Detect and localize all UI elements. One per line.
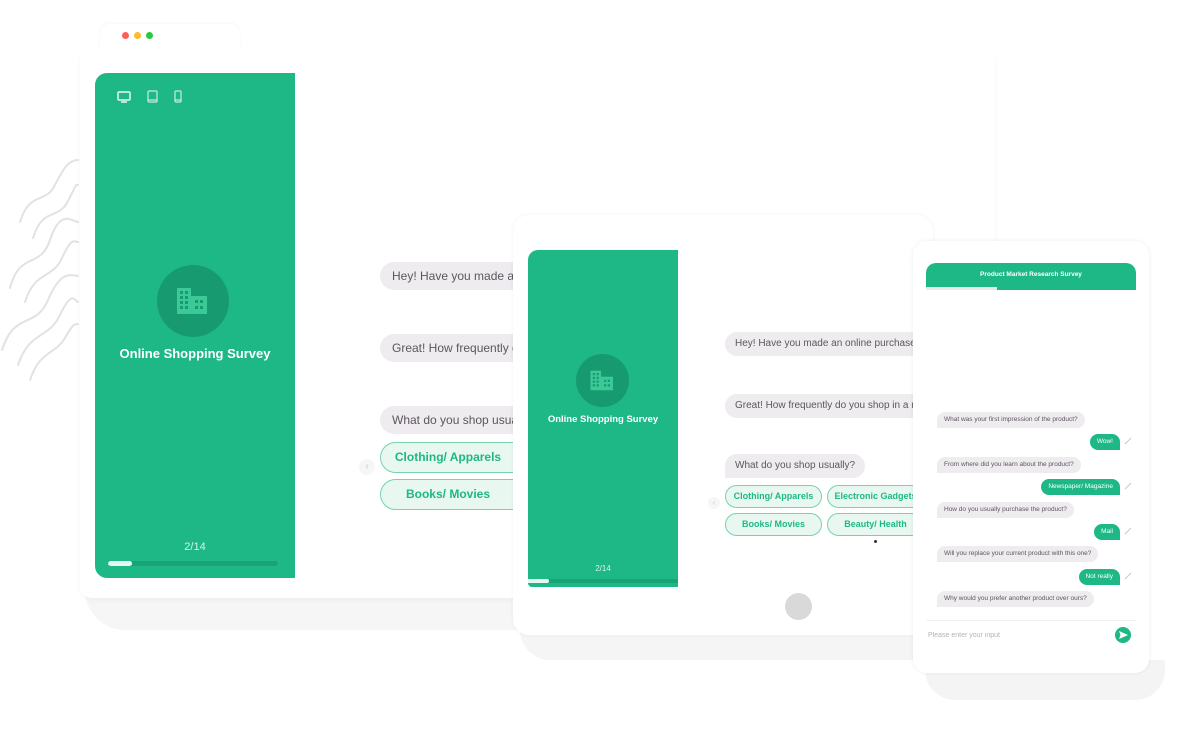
question-bubble: What was your first impression of the pr… (937, 412, 1085, 428)
device-switcher (117, 90, 182, 103)
send-icon (1118, 631, 1128, 639)
survey-header: Product Market Research Survey (926, 263, 1136, 289)
maximize-dot[interactable] (146, 32, 153, 39)
chat-message: Great! How frequently do you shop in a m… (725, 394, 915, 418)
tablet-icon[interactable] (147, 90, 158, 103)
wave-decoration (1, 159, 79, 381)
answer-bubble: Mail (1094, 524, 1120, 540)
window-controls (122, 32, 153, 39)
mobile-icon[interactable] (174, 90, 182, 103)
page-counter: 2/14 (184, 541, 206, 553)
building-icon (590, 370, 613, 391)
chat-message: Great! How frequently do (380, 334, 515, 362)
send-button[interactable] (1115, 627, 1131, 643)
survey-progress-bar (926, 287, 1136, 290)
survey-title: Online Shopping Survey (547, 414, 659, 425)
pencil-icon[interactable] (1124, 437, 1132, 445)
survey-progress-bar (108, 561, 278, 566)
survey-progress-fill (528, 579, 550, 583)
survey-title: Online Shopping Survey (119, 346, 271, 361)
chat-message: Hey! Have you made an online purchase b (725, 332, 915, 356)
desktop-survey-sidebar: Online Shopping Survey 2/14 (95, 73, 295, 578)
input-divider (926, 620, 1136, 621)
survey-logo (576, 354, 629, 407)
question-bubble: Why would you prefer another product ove… (937, 591, 1094, 607)
answer-bubble: Not really (1078, 569, 1120, 585)
question-bubble: From where did you learn about the produ… (937, 457, 1081, 473)
option-button[interactable]: Electronic Gadgets (827, 485, 924, 508)
close-dot[interactable] (122, 32, 129, 39)
option-button[interactable]: Books/ Movies (380, 479, 515, 510)
building-icon (177, 288, 207, 314)
option-button[interactable]: Beauty/ Health (827, 513, 924, 536)
survey-progress-fill (926, 287, 998, 290)
chat-message: What do you shop usuall (380, 406, 515, 434)
chat-message: What do you shop usually? (725, 454, 866, 478)
option-button[interactable]: Books/ Movies (725, 513, 822, 536)
survey-logo (157, 265, 229, 337)
pencil-icon[interactable] (1124, 572, 1132, 580)
question-bubble: How do you usually purchase the product? (937, 502, 1074, 518)
showcase-stage: Online Shopping Survey 2/14 Hey! Have yo… (0, 0, 1200, 735)
chevron-left-icon[interactable]: ‹ (708, 497, 720, 509)
tablet-survey-sidebar: Online Shopping Survey 2/14 (528, 250, 678, 587)
survey-progress-fill (108, 561, 133, 566)
minimize-dot[interactable] (134, 32, 141, 39)
question-bubble: Will you replace your current product wi… (937, 546, 1099, 562)
answer-bubble: Wow! (1089, 434, 1120, 450)
desktop-icon[interactable] (117, 90, 131, 103)
pencil-icon[interactable] (1124, 527, 1132, 535)
chat-input[interactable] (928, 629, 1108, 641)
pagination-dot[interactable] (874, 540, 877, 543)
answer-bubble: Newspaper/ Magazine (1041, 479, 1120, 495)
chat-message: Hey! Have you made an (380, 262, 515, 290)
tablet-home-button[interactable] (785, 593, 812, 620)
pencil-icon[interactable] (1124, 482, 1132, 490)
page-counter: 2/14 (595, 564, 611, 573)
option-button[interactable]: Clothing/ Apparels (725, 485, 822, 508)
option-button[interactable]: Clothing/ Apparels (380, 442, 515, 473)
survey-progress-bar (528, 579, 678, 583)
chevron-left-icon[interactable]: ‹ (359, 459, 375, 475)
